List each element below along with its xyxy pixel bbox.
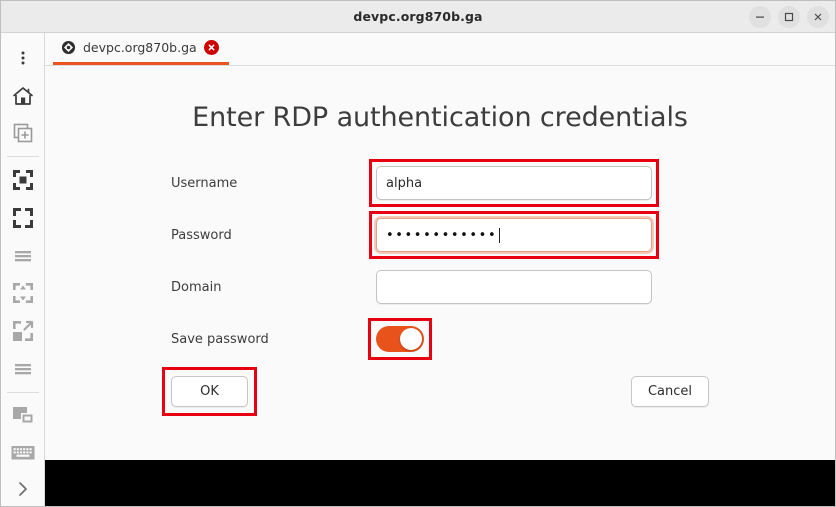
remote-desktop-icon (61, 40, 76, 55)
content-area: devpc.org870b.ga Enter RDP authenticatio… (45, 33, 835, 506)
sidebar-item-list-view-2[interactable] (1, 350, 45, 388)
sidebar-item-new-connection[interactable] (1, 115, 45, 153)
kebab-menu-icon (21, 51, 24, 65)
sidebar-item-multi-monitor[interactable] (1, 397, 45, 435)
ok-button[interactable]: OK (171, 376, 248, 407)
home-icon (12, 86, 33, 105)
cancel-button[interactable]: Cancel (630, 376, 709, 407)
fit-window-icon (12, 170, 33, 191)
title-bar: devpc.org870b.ga (1, 1, 835, 33)
sidebar-separator-1 (6, 156, 39, 158)
window-controls (749, 1, 829, 32)
sidebar-item-list-view-1[interactable] (1, 237, 45, 275)
tab-bar: devpc.org870b.ga (45, 33, 835, 66)
maximize-icon (784, 12, 794, 21)
page-title: Enter RDP authentication credentials (192, 102, 688, 133)
terminal-black-strip (45, 460, 835, 506)
fullscreen-icon (12, 207, 33, 228)
chevron-right-icon (18, 482, 27, 496)
sidebar-item-resize-window[interactable] (1, 312, 45, 350)
username-label: Username (171, 175, 238, 191)
sidebar-item-home[interactable] (1, 77, 45, 115)
sidebar-item-expand-arrow[interactable] (1, 472, 45, 506)
list-lines-icon (14, 363, 31, 375)
save-password-toggle[interactable] (376, 326, 424, 352)
sidebar-item-scale-contents[interactable] (1, 275, 45, 313)
username-row: Username (171, 159, 709, 207)
sidebar-item-fullscreen[interactable] (1, 199, 45, 237)
close-icon (814, 13, 822, 20)
credentials-form: Username Password (171, 159, 709, 360)
rdp-credentials-pane: Enter RDP authentication credentials Use… (45, 66, 835, 506)
domain-label: Domain (171, 279, 222, 295)
maximize-button[interactable] (778, 5, 800, 28)
rdp-credentials-dialog: Enter RDP authentication credentials Use… (45, 66, 835, 416)
sidebar-separator-2 (6, 391, 39, 393)
minimize-icon (756, 16, 764, 18)
close-button[interactable] (807, 5, 829, 28)
tab-label: devpc.org870b.ga (83, 40, 197, 55)
tab-close-button[interactable] (203, 40, 219, 55)
save-password-row: Save password (171, 318, 709, 360)
window-body: devpc.org870b.ga Enter RDP authenticatio… (1, 33, 835, 506)
username-field-wrap (369, 159, 659, 207)
cancel-button-slot: Cancel (630, 376, 709, 407)
window-title: devpc.org870b.ga (353, 9, 483, 24)
resize-window-icon (12, 321, 33, 342)
domain-row: Domain (171, 268, 709, 306)
sidebar-item-fit-window[interactable] (1, 161, 45, 199)
password-field-wrap: •••••••••••• (369, 211, 659, 259)
dialog-button-row: OK Cancel (162, 367, 709, 416)
domain-field-wrap (376, 270, 652, 304)
toggle-knob (400, 328, 422, 350)
application-window: devpc.org870b.ga devpc.org870b.ga Enter … (0, 0, 836, 507)
close-icon (208, 44, 215, 51)
domain-input[interactable] (376, 270, 652, 304)
sidebar-item-keyboard[interactable] (1, 435, 45, 473)
new-window-plus-icon (13, 124, 32, 143)
save-password-label: Save password (171, 331, 269, 347)
password-input[interactable] (376, 218, 652, 252)
ok-button-slot: OK (162, 367, 257, 416)
password-label: Password (171, 227, 232, 243)
save-password-toggle-wrap (368, 318, 432, 360)
list-lines-icon (14, 250, 31, 261)
sidebar (1, 33, 45, 506)
multi-monitor-icon (12, 406, 32, 423)
password-row: Password •••••••••••• (171, 211, 709, 259)
sidebar-item-menu-kebab[interactable] (1, 39, 45, 77)
keyboard-icon (11, 446, 34, 460)
scale-contents-icon (12, 283, 33, 304)
username-input[interactable] (376, 166, 652, 200)
minimize-button[interactable] (749, 5, 771, 28)
tab-devpc[interactable]: devpc.org870b.ga (53, 33, 229, 65)
